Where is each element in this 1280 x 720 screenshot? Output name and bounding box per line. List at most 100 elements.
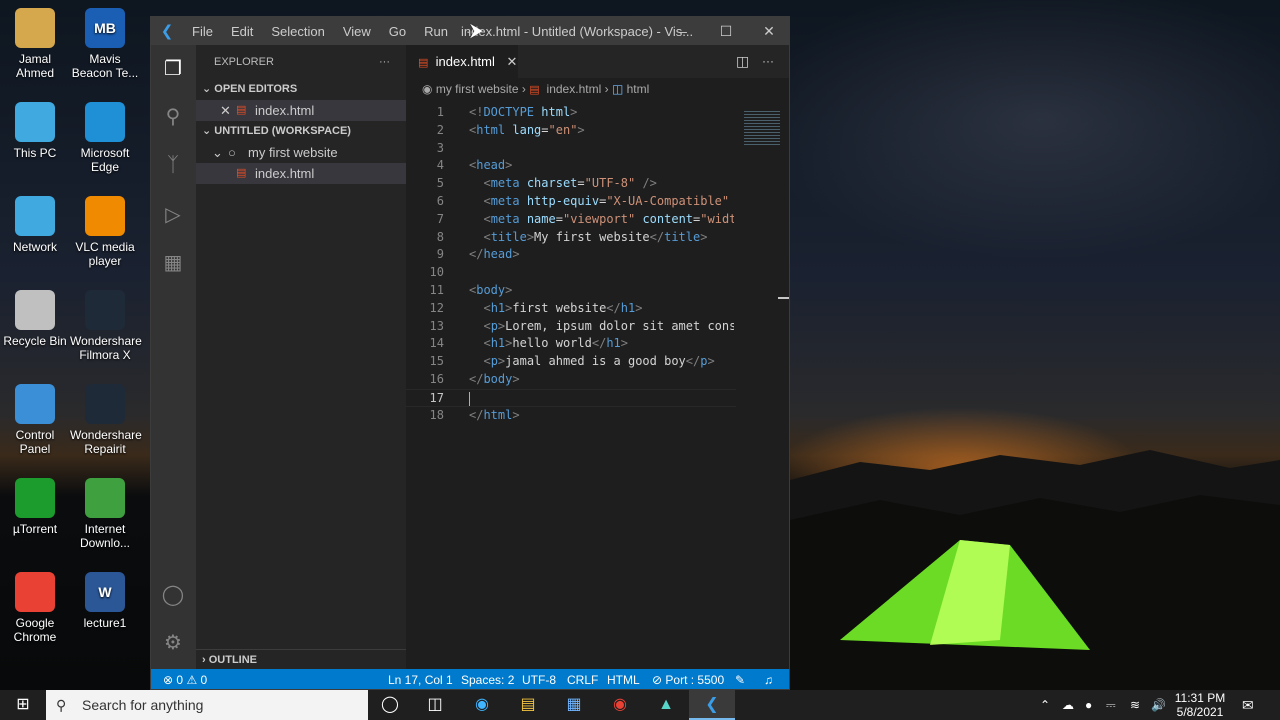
end-of-line[interactable]: CRLF xyxy=(567,669,598,689)
language-mode[interactable]: HTML xyxy=(607,669,640,689)
live-server-port[interactable]: ⊘ Port : 5500 xyxy=(652,669,724,689)
workspace-section[interactable]: ⌄ UNTITLED (WORKSPACE) xyxy=(196,121,406,142)
filmora-taskbar-icon[interactable]: ▲ xyxy=(643,690,689,720)
extensions-icon[interactable]: ▦ xyxy=(159,249,187,277)
encoding[interactable]: UTF-8 xyxy=(522,669,556,689)
code-token: </ xyxy=(685,354,701,369)
edge-taskbar-icon[interactable]: ◉ xyxy=(459,690,505,720)
code-editor[interactable]: 1 <!DOCTYPE html> 2 <html lang="en"> 3 4 <head… xyxy=(406,104,736,424)
notification-center-icon[interactable]: ✉ xyxy=(1242,690,1254,720)
desktop-icon-repairit[interactable]: Wondershare Repairit xyxy=(70,384,142,456)
desktop-icon-chrome[interactable]: Google Chrome xyxy=(0,572,70,644)
file-item[interactable]: ▤ index.html xyxy=(196,163,406,184)
menu-view[interactable]: View xyxy=(334,24,380,39)
chrome-taskbar-icon[interactable]: ◉ xyxy=(597,690,643,720)
outline-label: OUTLINE xyxy=(208,654,258,666)
close-button[interactable]: ✕ xyxy=(747,17,789,45)
accounts-icon[interactable]: ◯ xyxy=(159,581,187,609)
manage-gear-icon[interactable]: ⚙ xyxy=(159,629,187,657)
close-editor-icon[interactable]: ✕ xyxy=(220,100,231,121)
folder-item[interactable]: ⌄ ○ my first website xyxy=(196,142,406,163)
code-token: h1 xyxy=(620,300,636,315)
minimap[interactable] xyxy=(744,111,780,147)
store-icon[interactable]: ▦ xyxy=(551,690,597,720)
explorer-more-button[interactable]: ··· xyxy=(379,45,390,79)
problems-indicator[interactable]: ⊗ 0 ⚠ 0 xyxy=(163,669,207,689)
code-token: </ xyxy=(591,336,607,351)
line-number: 7 xyxy=(436,211,444,226)
taskbar-search-box[interactable]: ⚲ Search for anything xyxy=(46,690,368,720)
desktop-icon-edge[interactable]: Microsoft Edge xyxy=(70,102,140,174)
outline-section[interactable]: › OUTLINE xyxy=(196,649,406,670)
desktop-icon-control-panel[interactable]: Control Panel xyxy=(0,384,70,456)
open-editor-item[interactable]: ✕ ▤ index.html xyxy=(196,100,406,121)
run-debug-icon[interactable]: ▷ xyxy=(159,201,187,229)
line-number: 18 xyxy=(429,407,444,422)
network-icon xyxy=(15,196,55,236)
menu-run[interactable]: Run xyxy=(415,24,457,39)
file-explorer-icon[interactable]: ▤ xyxy=(505,690,551,720)
split-editor-icon[interactable]: ◫ xyxy=(736,45,749,78)
minimize-button[interactable]: – xyxy=(661,17,705,45)
editor-more-icon[interactable]: ··· xyxy=(762,45,774,78)
scrollbar-marker xyxy=(778,297,789,299)
line-text: </head> xyxy=(469,246,734,264)
code-token: h1 xyxy=(490,336,506,351)
idm-icon xyxy=(85,478,125,518)
open-editors-label: OPEN EDITORS xyxy=(214,83,298,95)
power-icon[interactable]: ⎓ xyxy=(1106,690,1116,720)
desktop-icon-recycle-bin[interactable]: Recycle Bin xyxy=(0,290,70,348)
vscode-taskbar-icon[interactable]: ❮ xyxy=(689,690,735,720)
text-cursor xyxy=(469,391,470,406)
code-token: charset xyxy=(526,176,578,191)
source-control-icon[interactable]: ᛉ xyxy=(159,151,187,179)
breadcrumb-item-element[interactable]: html xyxy=(627,82,650,96)
desktop-icon-computer[interactable]: This PC xyxy=(0,102,70,160)
notifications-bell-icon[interactable]: ♫ xyxy=(764,669,773,689)
desktop-icon-filmora[interactable]: Wondershare Filmora X xyxy=(70,290,142,362)
maximize-button[interactable]: ☐ xyxy=(704,17,748,45)
menu-selection[interactable]: Selection xyxy=(262,24,333,39)
feedback-icon[interactable]: ✎ xyxy=(735,669,745,689)
code-token: < xyxy=(483,300,491,315)
show-hidden-icons-icon[interactable]: ⌃ xyxy=(1040,690,1050,720)
microphone-icon[interactable]: ● xyxy=(1085,690,1092,720)
code-line: 14 <h1>hello world</h1> xyxy=(406,335,736,353)
line-number: 6 xyxy=(436,193,444,208)
task-view-icon[interactable]: ◫ xyxy=(412,690,458,720)
menu-file[interactable]: File xyxy=(183,24,222,39)
breadcrumb-item-file[interactable]: index.html xyxy=(547,82,602,96)
cursor-position[interactable]: Ln 17, Col 1 xyxy=(388,669,453,689)
breadcrumb-item-folder[interactable]: my first website xyxy=(436,82,519,96)
search-icon[interactable]: ⚲ xyxy=(159,103,187,131)
windows-start-icon[interactable]: ⊞ xyxy=(0,690,46,720)
menu-go[interactable]: Go xyxy=(380,24,415,39)
wifi-icon[interactable]: ≋ xyxy=(1130,690,1140,720)
close-tab-icon[interactable]: ✕ xyxy=(507,54,518,69)
tab-index-html[interactable]: ▤ index.html ✕ xyxy=(406,45,518,78)
desktop-icon-idm[interactable]: Internet Downlo... xyxy=(70,478,140,550)
code-token: My first website xyxy=(534,229,650,244)
onedrive-icon[interactable]: ☁ xyxy=(1062,690,1074,720)
desktop-icon-user-folder[interactable]: Jamal Ahmed xyxy=(0,8,70,80)
code-line: 2 <html lang="en"> xyxy=(406,122,736,140)
desktop-icon-mavis-beacon[interactable]: MB Mavis Beacon Te... xyxy=(70,8,140,80)
clock[interactable]: 11:31 PM 5/8/2021 xyxy=(1172,690,1228,720)
open-editors-section[interactable]: ⌄ OPEN EDITORS xyxy=(196,79,406,100)
error-count: 0 xyxy=(176,673,184,687)
html-file-icon: ▤ xyxy=(529,84,540,96)
code-token: < xyxy=(483,176,491,191)
code-token: head xyxy=(483,247,513,262)
explorer-icon[interactable]: ❐ xyxy=(159,55,187,83)
desktop-icon-vlc[interactable]: VLC media player xyxy=(70,196,140,268)
menu-edit[interactable]: Edit xyxy=(222,24,262,39)
desktop-icon-utorrent[interactable]: µTorrent xyxy=(0,478,70,536)
code-token: </ xyxy=(469,371,484,386)
desktop-icon-word-document[interactable]: Wlecture1 xyxy=(70,572,140,630)
indentation[interactable]: Spaces: 2 xyxy=(461,669,514,689)
cortana-icon[interactable]: ◯ xyxy=(367,690,413,720)
desktop-icon-network[interactable]: Network xyxy=(0,196,70,254)
volume-icon[interactable]: 🔊 xyxy=(1151,690,1166,720)
user-folder-icon xyxy=(15,8,55,48)
desktop-icon-label: Control Panel xyxy=(15,428,55,456)
